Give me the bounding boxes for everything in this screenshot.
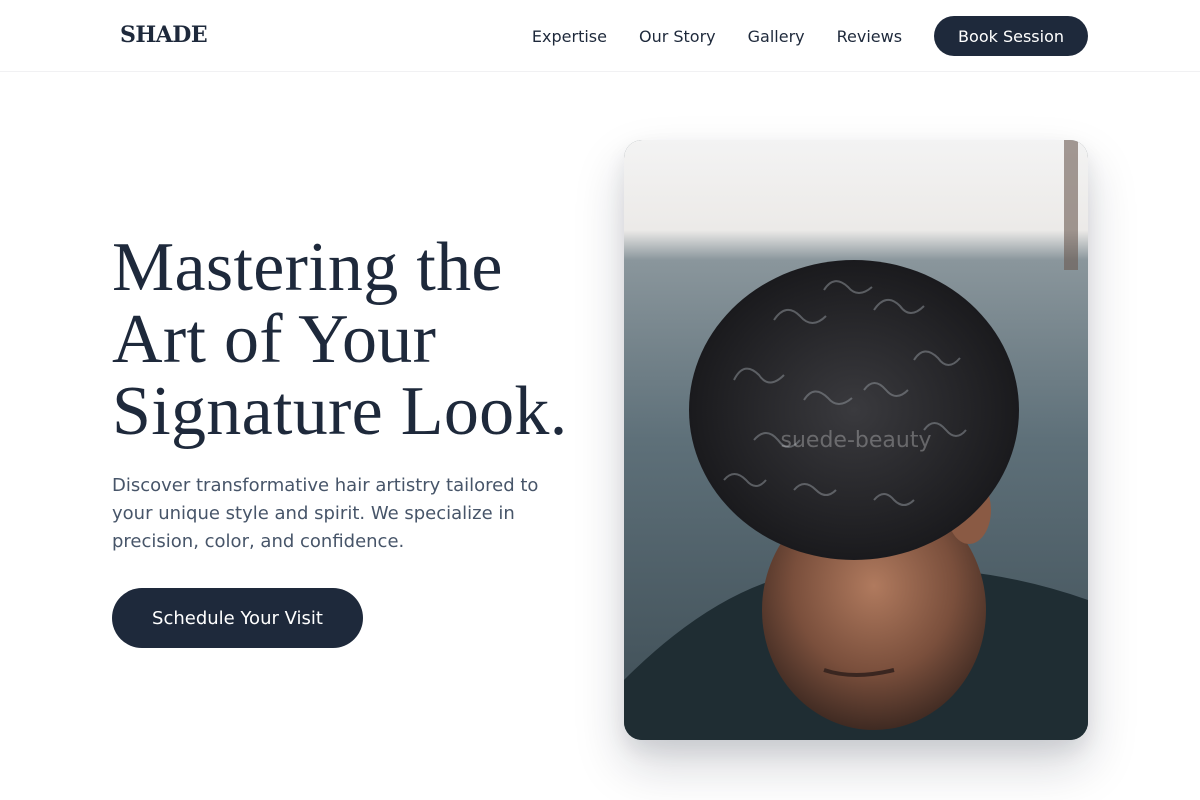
hero-title: Mastering the Art of Your Signature Look… [112,232,612,448]
nav-link-our-story[interactable]: Our Story [639,27,716,46]
hero-title-line: Art of Your [112,301,437,378]
hero-title-line: Mastering the [112,229,503,306]
hero-subtitle: Discover transformative hair artistry ta… [112,475,539,552]
schedule-visit-button[interactable]: Schedule Your Visit [112,588,363,648]
book-session-button[interactable]: Book Session [934,16,1088,56]
image-watermark: suede-beauty [780,428,932,453]
site-header: SHADE Expertise Our Story Gallery Review… [0,0,1200,72]
hero-title-line: Signature Look. [112,373,568,450]
nav-link-reviews[interactable]: Reviews [837,27,902,46]
main-nav: Expertise Our Story Gallery Reviews Book… [532,16,1088,56]
nav-link-expertise[interactable]: Expertise [532,27,607,46]
brand-logo[interactable]: SHADE [120,22,208,48]
nav-link-gallery[interactable]: Gallery [748,27,805,46]
hero-photo: suede-beauty [624,140,1088,740]
